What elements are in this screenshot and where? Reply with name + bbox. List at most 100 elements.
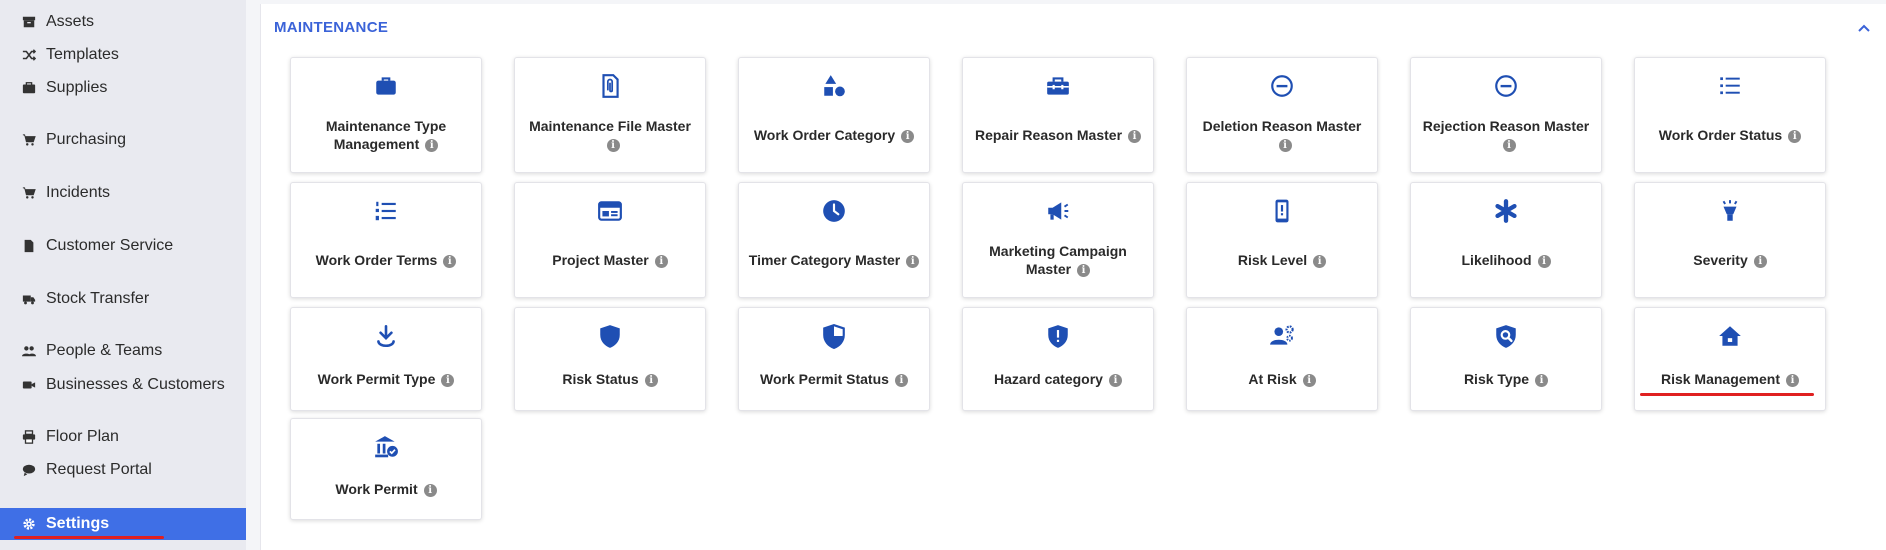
sidebar-item-label: Businesses & Customers (46, 376, 225, 393)
sidebar-item-label: Request Portal (46, 461, 152, 478)
sidebar-item-stock-transfer[interactable]: Stock Transfer (22, 287, 149, 311)
info-icon[interactable]: i (423, 483, 437, 497)
card-work-order-category[interactable]: Work Order Category i (738, 57, 930, 173)
chevron-up-icon[interactable] (1856, 20, 1872, 36)
info-icon[interactable]: i (1302, 373, 1316, 387)
info-icon[interactable]: i (906, 254, 920, 268)
card-label: Risk Management (1660, 371, 1781, 387)
card-label: Work Order Status (1658, 127, 1783, 143)
info-icon[interactable]: i (1502, 138, 1516, 152)
card-label: Work Permit Status (760, 371, 889, 387)
info-icon[interactable]: i (1786, 373, 1800, 387)
sidebar-item-assets[interactable]: Assets (22, 10, 94, 34)
sidebar-item-label: Templates (46, 46, 119, 63)
info-icon[interactable]: i (425, 138, 439, 152)
card-project-master[interactable]: Project Master i (514, 182, 706, 298)
card-work-permit-type[interactable]: Work Permit Type i (290, 307, 482, 411)
card-label: Marketing Campaign Master (989, 243, 1127, 277)
info-icon[interactable]: i (1788, 129, 1802, 143)
card-work-permit[interactable]: Work Permit i (290, 418, 482, 520)
asterisk-icon (1411, 197, 1601, 225)
sidebar-item-incidents[interactable]: Incidents (22, 181, 110, 205)
info-icon[interactable]: i (901, 129, 915, 143)
card-risk-type[interactable]: Risk Type i (1410, 307, 1602, 411)
shield-icon (515, 322, 705, 350)
sidebar-item-label: Settings (46, 515, 110, 532)
card-label: Risk Level (1237, 252, 1308, 268)
sidebar-item-label: Stock Transfer (46, 290, 150, 307)
cart-icon (22, 133, 36, 147)
sidebar-item-label: Supplies (46, 79, 108, 96)
sidebar-item-supplies[interactable]: Supplies (22, 76, 107, 100)
card-label: Maintenance File Master (529, 118, 691, 134)
info-icon[interactable]: i (1313, 254, 1327, 268)
building-check-icon (291, 433, 481, 461)
card-maintenance-type-management[interactable]: Maintenance Type Management i (290, 57, 482, 173)
card-label: Severity (1693, 252, 1748, 268)
shield-half-icon (739, 322, 929, 350)
download-icon (291, 322, 481, 350)
card-likelihood[interactable]: Likelihood i (1410, 182, 1602, 298)
card-marketing-campaign-master[interactable]: Marketing Campaign Master i (962, 182, 1154, 298)
card-label: At Risk (1248, 371, 1297, 387)
sidebar-item-request-portal[interactable]: Request Portal (22, 458, 152, 482)
shapes-icon (739, 72, 929, 100)
sidebar-item-label: Purchasing (46, 131, 127, 148)
sidebar-item-people-teams[interactable]: People & Teams (22, 339, 162, 363)
card-risk-status[interactable]: Risk Status i (514, 307, 706, 411)
card-work-order-terms[interactable]: Work Order Terms i (290, 182, 482, 298)
sidebar-item-purchasing[interactable]: Purchasing (22, 128, 126, 152)
sidebar-item-floor-plan[interactable]: Floor Plan (22, 425, 119, 449)
window-icon (515, 197, 705, 225)
clock-icon (739, 197, 929, 225)
info-icon[interactable]: i (1278, 138, 1292, 152)
card-label: Risk Type (1463, 371, 1530, 387)
card-risk-level[interactable]: Risk Level i (1186, 182, 1378, 298)
sidebar-item-customer-service[interactable]: Customer Service (22, 234, 173, 258)
info-icon[interactable]: i (1108, 373, 1122, 387)
gear-icon (22, 517, 36, 531)
search-shield-icon (1411, 322, 1601, 350)
sidebar-item-templates[interactable]: Templates (22, 43, 119, 67)
info-icon[interactable]: i (443, 254, 457, 268)
paperclip-file-icon (515, 72, 705, 100)
info-icon[interactable]: i (606, 138, 620, 152)
section-title: MAINTENANCE (274, 19, 389, 36)
card-label: Project Master (552, 252, 649, 268)
numbered-list-icon (291, 197, 481, 225)
info-icon[interactable]: i (654, 254, 668, 268)
card-repair-reason-master[interactable]: Repair Reason Master i (962, 57, 1154, 173)
card-label: Risk Status (562, 371, 639, 387)
sidebar: Assets Templates Supplies Purchasing Inc… (0, 0, 246, 550)
comment-icon (22, 463, 36, 477)
card-deletion-reason-master[interactable]: Deletion Reason Master i (1186, 57, 1378, 173)
info-icon[interactable]: i (1077, 263, 1091, 277)
card-label: Hazard category (994, 371, 1103, 387)
users-icon (22, 344, 36, 358)
sidebar-item-label: Floor Plan (46, 428, 119, 445)
info-icon[interactable]: i (1753, 254, 1767, 268)
info-icon[interactable]: i (1537, 254, 1551, 268)
info-icon[interactable]: i (1535, 373, 1549, 387)
card-work-permit-status[interactable]: Work Permit Status i (738, 307, 930, 411)
info-icon[interactable]: i (644, 373, 658, 387)
risk-management-highlight-underline (1640, 393, 1814, 396)
printer-icon (22, 430, 36, 444)
card-label: Likelihood (1461, 252, 1532, 268)
card-timer-category-master[interactable]: Timer Category Master i (738, 182, 930, 298)
home-icon (1635, 322, 1825, 350)
card-label: Rejection Reason Master (1422, 118, 1590, 134)
card-rejection-reason-master[interactable]: Rejection Reason Master i (1410, 57, 1602, 173)
card-work-order-status[interactable]: Work Order Status i (1634, 57, 1826, 173)
shield-alert-icon (963, 322, 1153, 350)
info-icon[interactable]: i (894, 373, 908, 387)
card-maintenance-file-master[interactable]: Maintenance File Master i (514, 57, 706, 173)
video-icon (22, 378, 36, 392)
info-icon[interactable]: i (441, 373, 455, 387)
card-label: Deletion Reason Master (1202, 118, 1362, 134)
card-hazard-category[interactable]: Hazard category i (962, 307, 1154, 411)
sidebar-item-businesses-customers[interactable]: Businesses & Customers (22, 373, 225, 397)
info-icon[interactable]: i (1128, 129, 1142, 143)
card-at-risk[interactable]: At Risk i (1186, 307, 1378, 411)
card-severity[interactable]: Severity i (1634, 182, 1826, 298)
